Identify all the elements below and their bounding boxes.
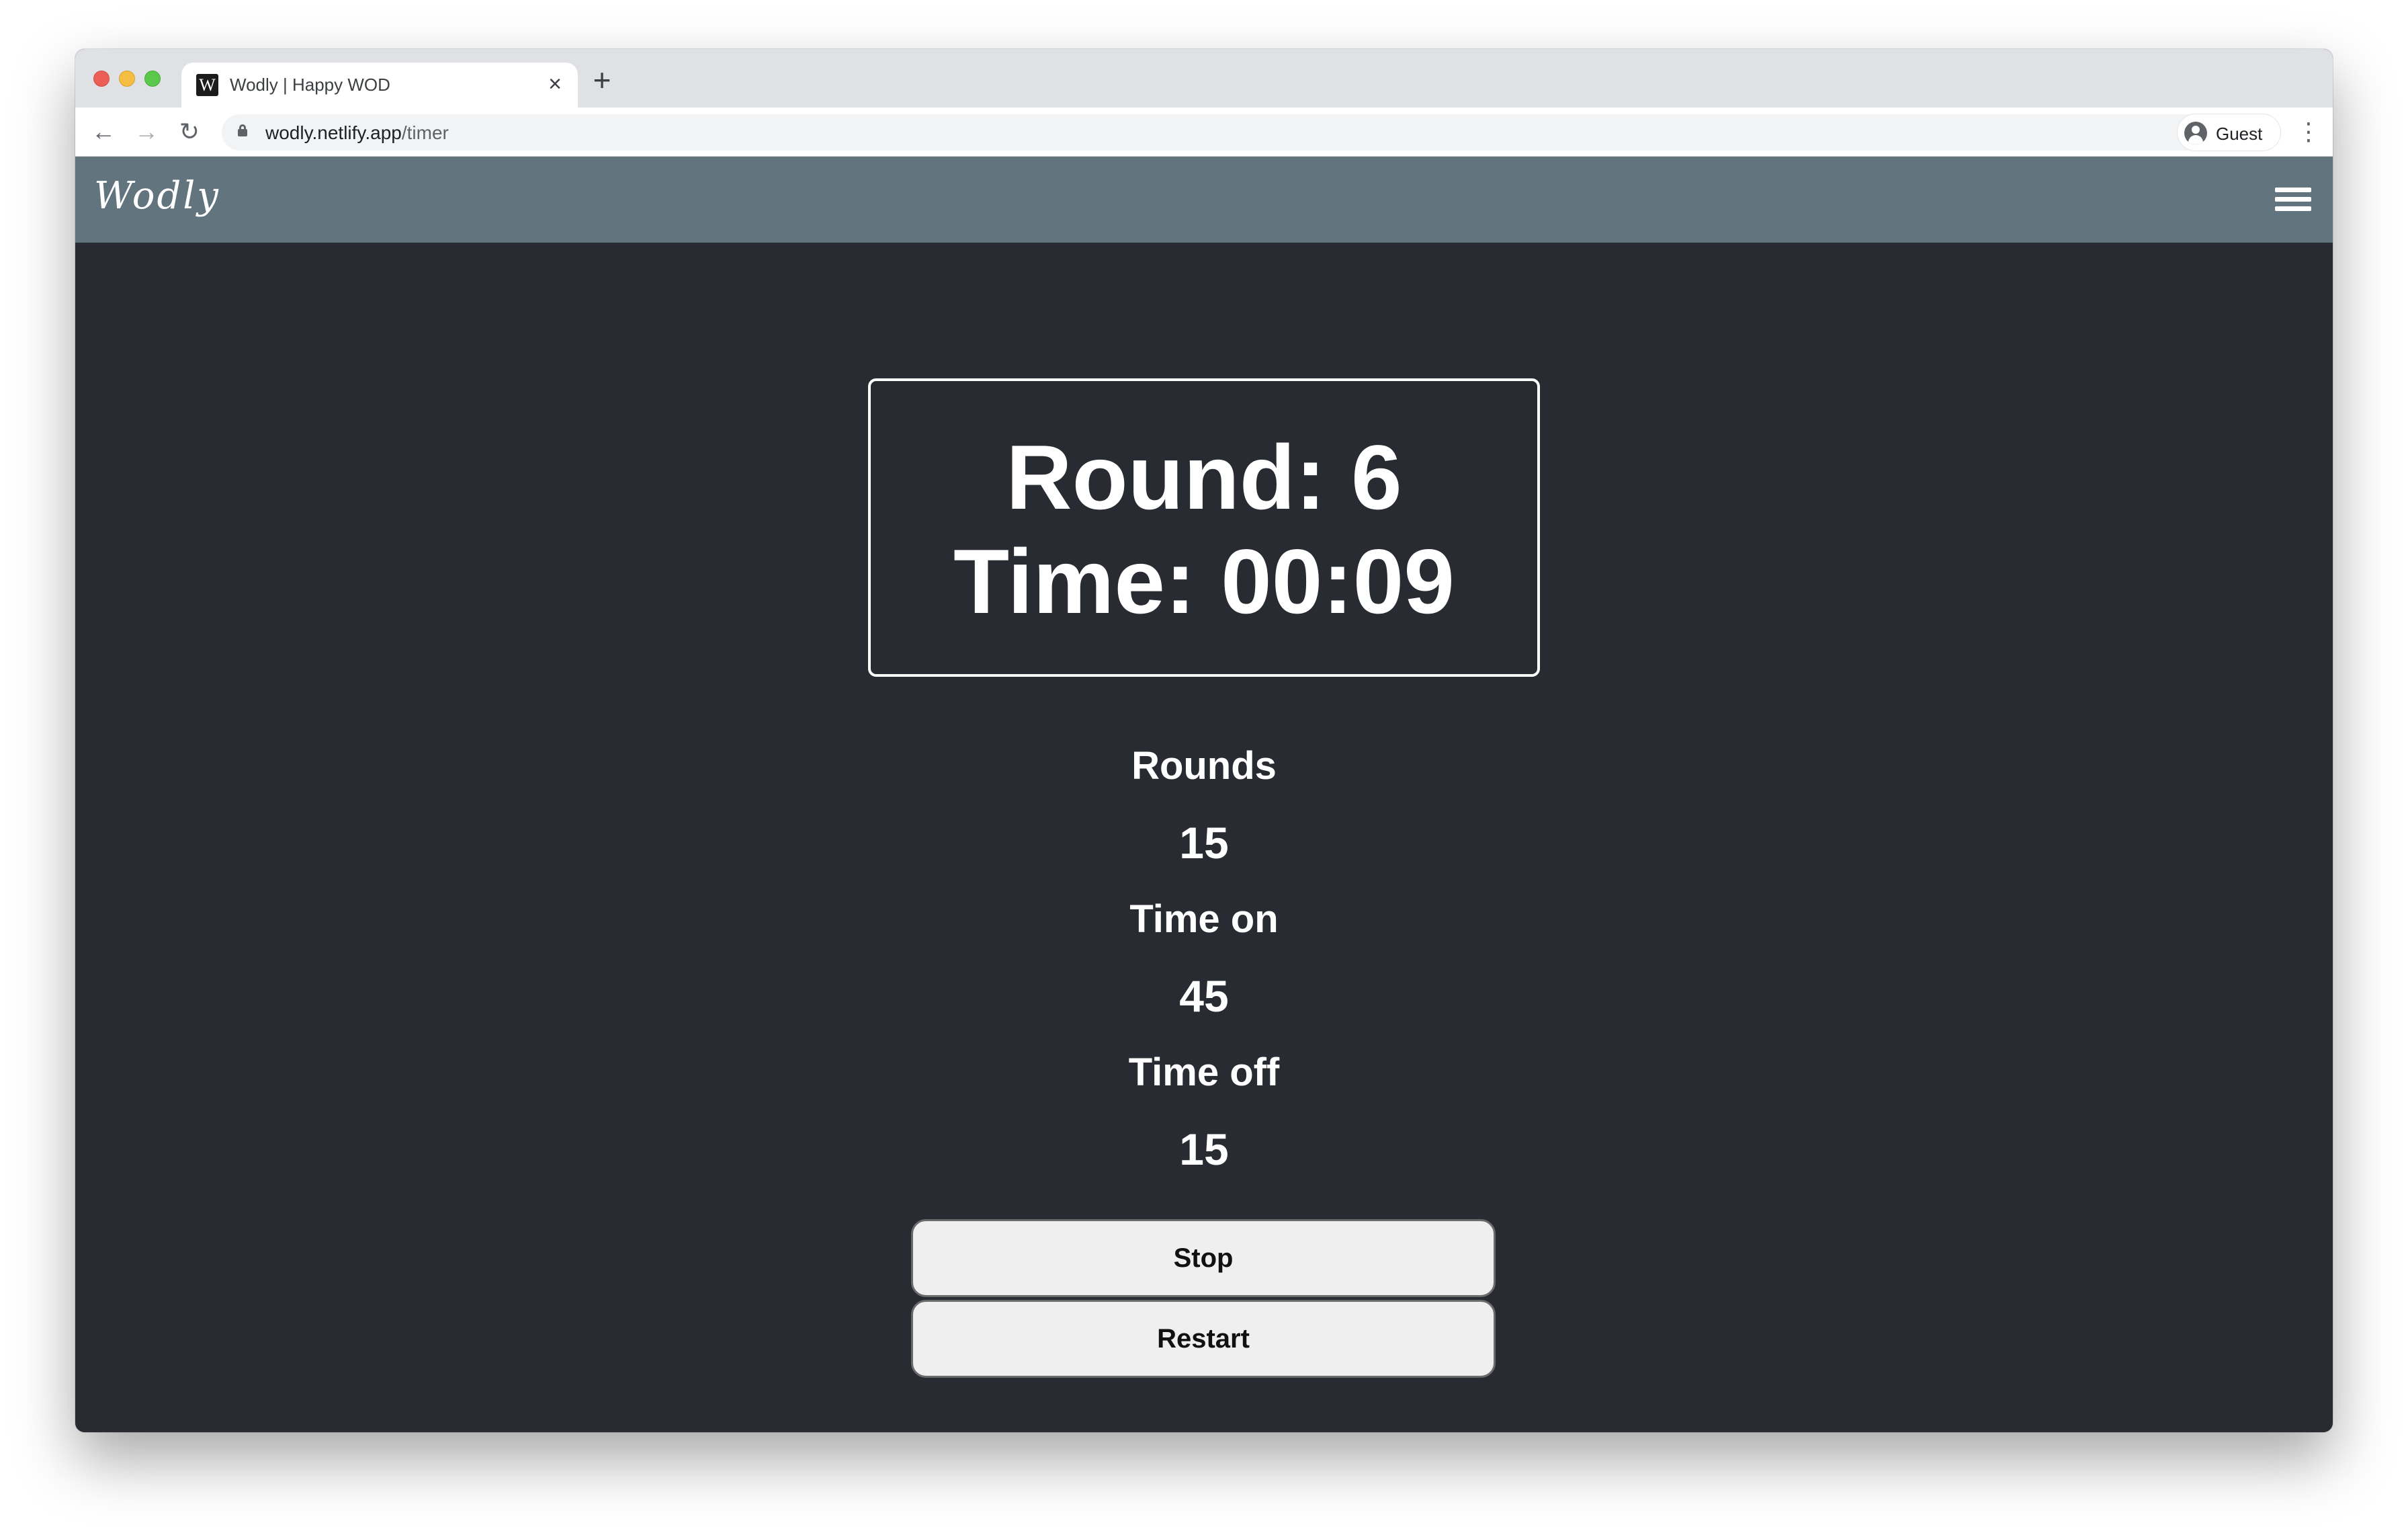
profile-button[interactable]: Guest xyxy=(2177,114,2281,151)
address-bar[interactable]: wodly.netlify.app/timer xyxy=(222,114,2234,151)
stop-button[interactable]: Stop xyxy=(911,1219,1496,1297)
url-domain: wodly.netlify.app xyxy=(265,122,402,143)
reload-icon[interactable]: ↻ xyxy=(173,116,206,148)
kebab-menu-icon[interactable]: ⋮ xyxy=(2292,116,2325,148)
tab-strip: W Wodly | Happy WOD × + xyxy=(75,49,2333,108)
rounds-value: 15 xyxy=(1179,818,1229,868)
tab-wodly[interactable]: W Wodly | Happy WOD × xyxy=(181,63,578,108)
time-on-value: 45 xyxy=(1179,971,1229,1021)
close-tab-icon[interactable]: × xyxy=(543,72,567,96)
close-window-button[interactable] xyxy=(93,71,110,87)
maximize-window-button[interactable] xyxy=(144,71,161,87)
wodly-favicon-icon: W xyxy=(196,74,218,96)
profile-label: Guest xyxy=(2216,124,2263,144)
hamburger-menu-icon[interactable] xyxy=(2275,188,2311,212)
tab-title: Wodly | Happy WOD xyxy=(230,75,390,95)
round-counter: Round: 6 xyxy=(1006,426,1402,528)
browser-toolbar: ← → ↻ wodly.netlify.app/timer Guest ⋮ xyxy=(75,108,2333,157)
minimize-window-button[interactable] xyxy=(119,71,135,87)
restart-button[interactable]: Restart xyxy=(911,1300,1496,1378)
timer-display: Round: 6 Time: 00:09 xyxy=(868,378,1540,677)
url-text: wodly.netlify.app/timer xyxy=(265,122,449,144)
profile-avatar-icon xyxy=(2184,122,2207,144)
wodly-logo[interactable]: Wodly xyxy=(94,174,220,218)
time-counter: Time: 00:09 xyxy=(953,530,1455,632)
time-off-label: Time off xyxy=(1128,1050,1280,1094)
workout-settings: Rounds 15 Time on 45 Time off 15 xyxy=(868,728,1540,1188)
lock-icon[interactable] xyxy=(238,124,247,136)
timer-page: Round: 6 Time: 00:09 Rounds 15 Time on 4… xyxy=(75,243,2333,1432)
time-on-label: Time on xyxy=(1129,897,1279,941)
browser-window: W Wodly | Happy WOD × + ← → ↻ wodly.netl… xyxy=(75,49,2333,1432)
time-off-value: 15 xyxy=(1179,1124,1229,1174)
rounds-label: Rounds xyxy=(1131,744,1277,788)
url-path: /timer xyxy=(401,122,449,143)
back-arrow-icon[interactable]: ← xyxy=(87,116,120,148)
new-tab-button[interactable]: + xyxy=(586,64,618,96)
forward-arrow-icon[interactable]: → xyxy=(130,116,163,148)
app-header: Wodly xyxy=(75,157,2333,243)
